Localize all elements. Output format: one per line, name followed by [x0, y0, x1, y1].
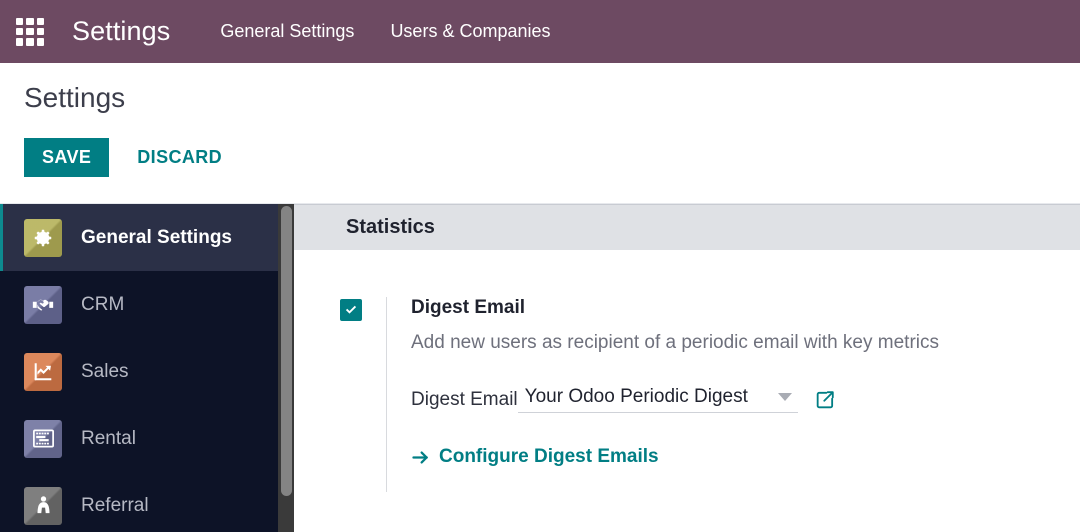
sidebar-item-referral[interactable]: Referral	[0, 472, 294, 532]
page-title: Settings	[24, 82, 126, 113]
chevron-down-icon[interactable]	[777, 393, 792, 402]
configure-digest-emails-link[interactable]: Configure Digest Emails	[411, 446, 659, 468]
setting-content: Digest Email Add new users as recipient …	[411, 297, 1080, 468]
sidebar-item-rental[interactable]: Rental	[0, 405, 294, 472]
sidebar-item-label: Sales	[81, 360, 129, 382]
setting-block-digest-email: Digest Email Add new users as recipient …	[294, 250, 1080, 492]
settings-main-panel: Statistics Digest Email Add new users as…	[294, 204, 1080, 532]
settings-body: General Settings CRM Sales Rental Referr…	[0, 204, 1080, 532]
digest-email-select[interactable]: Your Odoo Periodic Digest	[517, 386, 798, 414]
sidebar-item-general-settings[interactable]: General Settings	[0, 204, 294, 271]
grid-cell	[16, 38, 24, 46]
digest-email-field-row: Digest Email Your Odoo Periodic Digest	[411, 386, 1080, 414]
grid-cell	[26, 17, 34, 25]
setting-help-text: Add new users as recipient of a periodic…	[411, 331, 940, 353]
digest-email-field-label: Digest Email	[411, 388, 518, 410]
sidebar-item-label: General Settings	[81, 226, 232, 248]
grid-cell	[26, 27, 34, 36]
grid-cell	[36, 27, 44, 36]
gear-icon	[24, 218, 62, 257]
digest-email-selected-value: Your Odoo Periodic Digest	[524, 386, 748, 408]
settings-sidebar: General Settings CRM Sales Rental Referr…	[0, 204, 294, 532]
sidebar-item-label: Referral	[81, 494, 149, 516]
calendar-bars-icon	[24, 419, 62, 458]
sidebar-item-label: CRM	[81, 293, 125, 315]
section-header-statistics: Statistics	[294, 204, 1080, 250]
chart-line-up-icon	[24, 352, 62, 391]
check-icon	[345, 305, 357, 314]
sidebar-scrollbar-thumb[interactable]	[281, 206, 292, 496]
grid-cell	[16, 27, 24, 36]
sidebar-item-crm[interactable]: CRM	[0, 271, 294, 338]
setting-row: Digest Email Add new users as recipient …	[340, 297, 1080, 492]
grid-cell	[26, 38, 34, 46]
arrow-right-icon	[411, 448, 430, 467]
save-button[interactable]: SAVE	[24, 137, 110, 178]
grid-cell	[36, 38, 44, 46]
section-title: Statistics	[346, 216, 435, 238]
setting-label-digest-email: Digest Email	[411, 297, 526, 318]
sidebar-scrollbar[interactable]	[278, 204, 294, 532]
nav-item-general-settings[interactable]: General Settings	[202, 13, 372, 50]
external-link-icon[interactable]	[814, 389, 836, 411]
sidebar-item-label: Rental	[81, 427, 136, 449]
sidebar-item-sales[interactable]: Sales	[0, 338, 294, 405]
control-panel: Settings SAVE DISCARD	[0, 63, 1080, 204]
nav-item-users-and-companies[interactable]: Users & Companies	[372, 13, 568, 50]
person-cape-icon	[24, 486, 62, 525]
digest-email-checkbox[interactable]	[340, 299, 362, 321]
setting-vertical-divider	[386, 297, 387, 492]
app-brand-title[interactable]: Settings	[72, 16, 170, 47]
configure-digest-emails-label: Configure Digest Emails	[439, 446, 659, 468]
grid-cell	[16, 17, 24, 25]
top-navbar: Settings General Settings Users & Compan…	[0, 0, 1080, 63]
action-button-row: SAVE DISCARD	[24, 137, 1080, 178]
apps-grid-icon[interactable]	[16, 17, 44, 46]
sidebar-scroll-area: General Settings CRM Sales Rental Referr…	[0, 204, 294, 532]
navbar-menu: General Settings Users & Companies	[202, 13, 568, 50]
grid-cell	[36, 17, 44, 25]
handshake-icon	[24, 285, 62, 324]
discard-button[interactable]: DISCARD	[119, 138, 240, 178]
